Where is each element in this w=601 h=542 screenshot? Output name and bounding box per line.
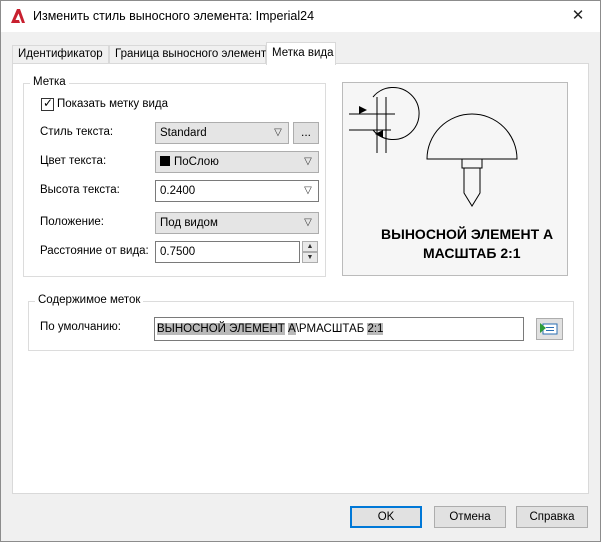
distance-label: Расстояние от вида: [40,245,149,257]
browse-button-label: ... [300,125,311,139]
field-segment: ВЫНОСНОЙ ЭЛЕМЕНТ [157,323,285,335]
preview-label-line1: ВЫНОСНОЙ ЭЛЕМЕНТ A [381,226,554,242]
contents-group-title: Содержимое меток [35,294,144,306]
text-color-label: Цвет текста: [40,155,107,167]
text-style-label: Стиль текста: [40,126,114,138]
tab-panel-view-label: Метка ✓ Показать метку вида Стиль текста… [12,63,589,494]
text-color-combo[interactable]: ПоСлою ▽ [155,151,319,173]
cancel-button[interactable]: Отмена [434,506,506,528]
label-contents-field[interactable]: ВЫНОСНОЙ ЭЛЕМЕНТ A\PМАСШТАБ 2:1 [154,317,524,341]
contents-group: Содержимое меток По умолчанию: ВЫНОСНОЙ … [28,294,574,351]
chevron-down-icon: ▽ [274,127,282,138]
dialog-window: Изменить стиль выносного элемента: Imper… [0,0,601,542]
text-style-browse-button[interactable]: ... [293,122,319,144]
insert-field-button[interactable] [536,318,563,340]
insert-field-icon [540,323,558,335]
ok-button-label: OK [377,511,395,523]
label-group-title: Метка [30,76,69,88]
spin-up-icon: ▲ [306,243,314,250]
checkmark-icon: ✓ [43,96,54,110]
cancel-button-label: Отмена [449,511,491,523]
chevron-down-icon: ▽ [304,156,312,167]
text-color-value: ПоСлою [174,156,219,168]
tab-label: Метка вида [272,47,334,59]
chevron-down-icon: ▽ [304,217,312,228]
distance-spin-up[interactable]: ▲ [302,241,318,252]
window-title: Изменить стиль выносного элемента: Imper… [33,9,315,23]
color-swatch [160,156,170,166]
distance-input[interactable]: 0.7500 [155,241,300,263]
tab-view-label[interactable]: Метка вида [266,42,336,65]
close-button[interactable]: ✕ [556,1,600,32]
text-style-combo[interactable]: Standard ▽ [155,122,289,144]
title-bar: Изменить стиль выносного элемента: Imper… [1,1,600,32]
help-button[interactable]: Справка [516,506,588,528]
preview-label-line2: МАСШТАБ 2:1 [423,245,521,261]
tab-label: Идентификатор [18,48,103,60]
show-label-checkbox[interactable]: ✓ [41,96,54,111]
position-label: Положение: [40,216,104,228]
text-height-combo[interactable]: 0.2400 ▽ [155,180,319,202]
position-value: Под видом [160,217,218,229]
text-height-label: Высота текста: [40,184,120,196]
default-label: По умолчанию: [40,321,121,333]
text-style-value: Standard [160,127,207,139]
distance-value: 0.7500 [160,246,196,258]
text-segment: \PМАСШТАБ [295,323,368,335]
tab-identifier[interactable]: Идентификатор [12,45,109,64]
show-label-checkbox-label: Показать метку вида [57,98,169,110]
distance-spin-down[interactable]: ▼ [302,252,318,263]
tab-label: Граница выносного элемента [115,48,273,60]
chevron-down-icon: ▽ [304,185,312,196]
field-segment: A [288,323,296,335]
ok-button[interactable]: OK [350,506,422,528]
label-group: Метка ✓ Показать метку вида Стиль текста… [23,76,326,277]
label-preview: ВЫНОСНОЙ ЭЛЕМЕНТ A МАСШТАБ 2:1 [342,82,568,276]
spin-down-icon: ▼ [306,254,314,261]
position-combo[interactable]: Под видом ▽ [155,212,319,234]
text-height-value: 0.2400 [160,185,196,197]
autocad-a-icon [11,9,25,23]
tab-detail-boundary[interactable]: Граница выносного элемента [109,45,272,64]
close-icon: ✕ [571,7,585,24]
field-segment: 2:1 [367,323,384,335]
help-button-label: Справка [529,511,575,523]
